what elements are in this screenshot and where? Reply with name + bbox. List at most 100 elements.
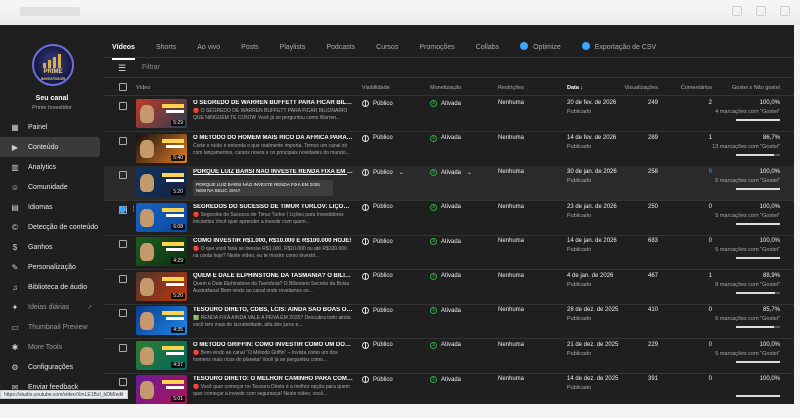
video-thumbnail[interactable]: 4:37 <box>136 340 187 370</box>
col-likes[interactable]: Gostei x Não gostei <box>732 85 780 91</box>
video-title[interactable]: COMO INVESTIR R$1.000, R$10.000 E R$100.… <box>193 238 353 244</box>
table-row[interactable]: 6:08 SEGREDOS DO SUCESSO DE TIMUR TURLOV:… <box>104 201 794 236</box>
tab-6[interactable]: Cursos <box>376 44 398 51</box>
sidebar-item-earn[interactable]: $ Ganhos <box>0 237 100 257</box>
tab-8[interactable]: Collabs <box>476 44 499 51</box>
browser-tab[interactable] <box>20 7 80 16</box>
col-date[interactable]: Data ↓ <box>567 85 583 91</box>
table-row[interactable]: 4:37 O MÉTODO GRIFFIN: COMO INVESTIR COMO… <box>104 339 794 374</box>
monetization-cell[interactable]: $ Ativada ⌄ <box>430 169 472 176</box>
row-checkbox[interactable] <box>119 136 127 145</box>
tab-2[interactable]: Ao vivo <box>197 44 220 51</box>
visibility-cell[interactable]: Público <box>362 100 393 107</box>
sidebar-item-content[interactable]: ▶ Conteúdo <box>0 137 100 157</box>
col-views[interactable]: Visualizações <box>624 85 658 91</box>
sidebar-item-tools[interactable]: ✱ More Tools <box>0 337 100 357</box>
info-icon[interactable] <box>119 206 126 213</box>
monetization-cell[interactable]: $ Ativada <box>430 100 461 107</box>
table-row[interactable]: 5:01 TESOURO DIRETO: O MELHOR CAMINHO PAR… <box>104 373 794 404</box>
visibility-cell[interactable]: Público ⌄ <box>362 169 404 176</box>
monetization-cell[interactable]: $ Ativada <box>430 376 461 383</box>
sidebar-item-settings[interactable]: ⚙ Configurações <box>0 357 100 377</box>
table-row[interactable]: 4:35 TESOURO DIRETO, CDBS, LCIS: AINDA SÃ… <box>104 304 794 339</box>
video-title[interactable]: TESOURO DIRETO, CDBS, LCIS: AINDA SÃO BO… <box>193 307 353 313</box>
monetization-cell[interactable]: $ Ativada <box>430 134 461 142</box>
video-thumbnail[interactable]: 6:08 <box>136 202 187 232</box>
filter-bar[interactable]: ☰ Filtrar <box>104 58 794 78</box>
sidebar-item-customization[interactable]: ✎ Personalização <box>0 257 100 277</box>
sidebar-item-ideas[interactable]: ✦ Ideias diárias ↗ <box>0 297 100 317</box>
video-title[interactable]: O MÉTODO GRIFFIN: COMO INVESTIR COMO UM … <box>193 342 353 348</box>
video-thumbnail[interactable]: 5:20 <box>136 271 187 301</box>
video-title[interactable]: PORQUE LUIZ BARSI NÃO INVESTE RENDA FIXA… <box>193 169 353 175</box>
visibility-cell[interactable]: Público <box>362 341 393 349</box>
visibility-cell[interactable]: Público <box>362 238 393 245</box>
comments-count[interactable]: 0 <box>709 169 712 175</box>
maximize-icon[interactable] <box>756 6 766 16</box>
tab-0[interactable]: Vídeos <box>112 44 135 60</box>
comments-count[interactable]: 1 <box>709 135 712 141</box>
sidebar-item-languages[interactable]: ▤ Idiomas <box>0 197 100 217</box>
col-restrictions[interactable]: Restrições <box>498 85 524 91</box>
row-checkbox[interactable] <box>119 274 127 283</box>
video-thumbnail[interactable]: 5:29 <box>136 99 187 128</box>
video-title[interactable]: TESOURO DIRETO: O MELHOR CAMINHO PARA CO… <box>193 376 353 382</box>
comments-count[interactable]: 2 <box>709 100 712 106</box>
sidebar-item-analytics[interactable]: ▥ Analytics <box>0 157 100 177</box>
video-title[interactable]: QUEM É DALE ELPHINSTONE DA TASMÂNIA? O B… <box>193 273 353 279</box>
comments-count[interactable]: 1 <box>709 273 712 279</box>
video-thumbnail[interactable]: 5:20 <box>136 168 187 197</box>
video-thumbnail[interactable]: 4:35 <box>136 306 187 335</box>
comments-count[interactable]: 0 <box>709 376 712 382</box>
video-title[interactable]: O MÉTODO DO HOMEM MAIS RICO DA ÁFRICA PA… <box>193 135 353 141</box>
row-checkbox[interactable] <box>119 240 127 248</box>
row-checkbox[interactable] <box>119 378 127 386</box>
col-visibility[interactable]: Visibilidade <box>362 85 390 91</box>
filter-icon[interactable]: ☰ <box>118 63 126 74</box>
monetization-cell[interactable]: $ Ativada <box>430 203 461 211</box>
sidebar-item-copyright[interactable]: © Detecção de conteúdo <box>0 217 100 237</box>
visibility-cell[interactable]: Público <box>362 272 393 280</box>
table-row[interactable]: 5:20 QUEM É DALE ELPHINSTONE DA TASMÂNIA?… <box>104 270 794 305</box>
row-checkbox[interactable] <box>119 171 127 179</box>
select-all-checkbox[interactable] <box>119 83 127 91</box>
col-comments[interactable]: Comentários <box>681 85 712 91</box>
tab-9[interactable]: Optimize <box>520 42 561 51</box>
col-monetization[interactable]: Monetização <box>430 85 461 91</box>
row-checkbox[interactable] <box>119 343 127 352</box>
chevron-down-icon[interactable]: ⌄ <box>399 169 404 176</box>
video-thumbnail[interactable]: 5:01 <box>136 375 187 404</box>
video-thumbnail[interactable]: 4:29 <box>136 237 187 266</box>
tab-4[interactable]: Playlists <box>280 44 306 51</box>
tab-7[interactable]: Promoções <box>419 44 454 51</box>
close-icon[interactable] <box>780 6 790 16</box>
visibility-cell[interactable]: Público <box>362 203 393 211</box>
table-row[interactable]: 4:29 COMO INVESTIR R$1.000, R$10.000 E R$… <box>104 235 794 270</box>
tab-1[interactable]: Shorts <box>156 44 176 51</box>
visibility-cell[interactable]: Público <box>362 134 393 142</box>
tab-10[interactable]: Exportação de CSV <box>581 42 656 51</box>
monetization-cell[interactable]: $ Ativada <box>430 238 461 245</box>
chevron-down-icon[interactable]: ⌄ <box>467 169 472 176</box>
sidebar-item-community[interactable]: ☺ Comunidade <box>0 177 100 197</box>
monetization-cell[interactable]: $ Ativada <box>430 341 461 349</box>
visibility-cell[interactable]: Público <box>362 376 393 383</box>
tab-5[interactable]: Podcasts <box>326 44 355 51</box>
monetization-cell[interactable]: $ Ativada <box>430 272 461 280</box>
comments-count[interactable]: 0 <box>709 238 712 244</box>
minimize-icon[interactable] <box>732 6 742 16</box>
visibility-cell[interactable]: Público <box>362 307 393 314</box>
sidebar-item-audio-library[interactable]: ♫ Biblioteca de áudio <box>0 277 100 297</box>
row-checkbox[interactable] <box>119 102 127 110</box>
comments-count[interactable]: 0 <box>709 307 712 313</box>
table-row[interactable]: 5:40 O MÉTODO DO HOMEM MAIS RICO DA ÁFRIC… <box>104 132 794 167</box>
tab-3[interactable]: Posts <box>241 44 259 51</box>
video-title[interactable]: O SEGREDO DE WARREN BUFFETT PARA FICAR B… <box>193 100 353 106</box>
video-title[interactable]: SEGREDOS DO SUCESSO DE TIMUR TURLOV: LIÇ… <box>193 204 353 210</box>
video-thumbnail[interactable]: 5:40 <box>136 133 187 163</box>
sidebar-item-dashboard[interactable]: ▦ Painel <box>0 117 100 137</box>
sidebar-item-preview[interactable]: ▭ Thumbnail Preview <box>0 317 100 337</box>
channel-avatar[interactable]: PRIME INVESTIDOR <box>32 44 74 86</box>
comments-count[interactable]: 0 <box>709 204 712 210</box>
monetization-cell[interactable]: $ Ativada <box>430 307 461 314</box>
